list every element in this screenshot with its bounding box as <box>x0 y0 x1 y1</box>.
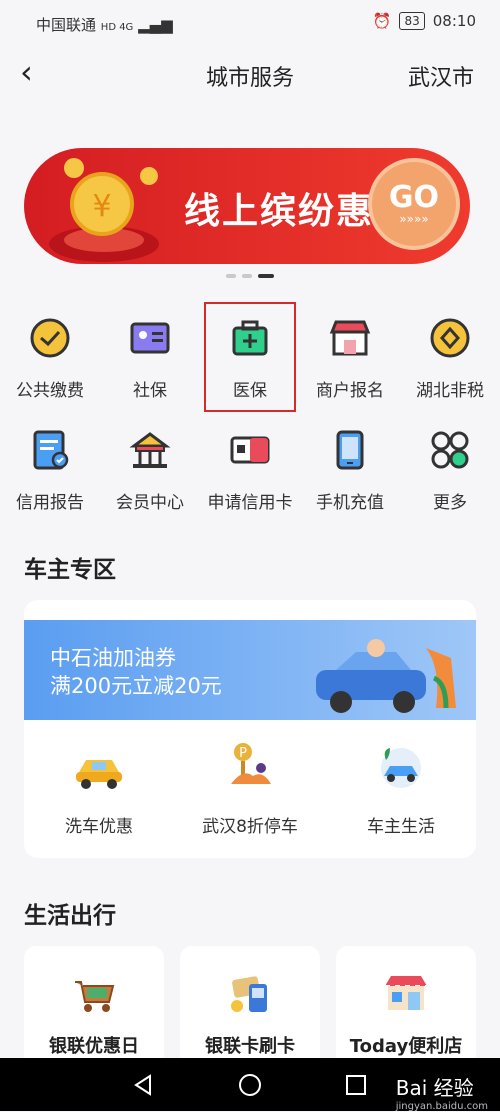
grid-item-label: 湖北非税 <box>416 381 484 401</box>
top-nav: ‹ 城市服务 武汉市 <box>0 46 500 104</box>
member-pavilion-icon <box>129 432 171 468</box>
grid-item-social-security[interactable]: 社保 <box>100 316 200 428</box>
grid-item-label: 会员中心 <box>116 493 184 513</box>
svg-text:¥: ¥ <box>92 189 111 224</box>
grid-item-apply-credit-card[interactable]: 申请信用卡 <box>200 428 300 540</box>
life-tile-label: Today便利店 <box>349 1036 463 1057</box>
life-tile-label: 银联优惠日 <box>49 1036 139 1057</box>
credit-card-icon <box>230 436 270 464</box>
grid-item-label: 社保 <box>133 381 167 401</box>
grid-item-label: 更多 <box>433 493 467 513</box>
car-wash-icon <box>76 760 122 789</box>
signal-icon: ▂▄▆ <box>138 16 173 34</box>
car-service-label: 武汉8折停车 <box>202 817 298 837</box>
life-tile-card-swipe[interactable]: 银联卡刷卡 <box>180 946 320 1066</box>
grid-item-member-center[interactable]: 会员中心 <box>100 428 200 540</box>
carousel-dot <box>242 274 252 278</box>
carousel-dot-active <box>258 274 274 278</box>
coin-icon: ¥ <box>49 158 159 262</box>
clock: 08:10 <box>432 12 476 30</box>
grid-item-label: 商户报名 <box>316 381 384 401</box>
banner-text: 线上缤纷惠 <box>184 191 375 232</box>
shopping-cart-icon <box>75 981 115 1012</box>
life-tile-unionpay-day[interactable]: 银联优惠日 <box>24 946 164 1066</box>
store-icon <box>385 976 427 1010</box>
nav-recents-icon[interactable] <box>343 1072 369 1098</box>
mobile-phone-icon <box>336 430 364 470</box>
highlight-box <box>204 302 296 412</box>
watermark: Bai 经验 jingyan.baidu.com <box>395 1076 488 1112</box>
alarm-icon: ⏰ <box>372 12 392 30</box>
more-grid-icon <box>431 431 469 469</box>
life-tile-today-store[interactable]: Today便利店 <box>336 946 476 1066</box>
section-title-life-travel: 生活出行 <box>24 903 116 929</box>
social-security-card-icon <box>130 322 170 354</box>
promo-line-1: 中石油加油券 <box>50 646 176 670</box>
car-service-label: 车主生活 <box>367 817 435 837</box>
life-tile-label: 银联卡刷卡 <box>205 1036 295 1057</box>
grid-item-merchant[interactable]: 商户报名 <box>300 316 400 428</box>
grid-item-label: 申请信用卡 <box>207 493 293 513</box>
promo-line-2: 满200元立减20元 <box>50 674 222 698</box>
svg-text:P: P <box>239 746 247 761</box>
car-life-icon <box>381 748 421 788</box>
car-owner-card: 中石油加油券 满200元立减20元 洗车优惠 P 武汉8折停车 车主生活 <box>24 600 476 858</box>
network-indicator: HD 4G <box>100 22 134 33</box>
car-service-label: 洗车优惠 <box>65 817 133 837</box>
status-bar: 中国联通 HD 4G ▂▄▆ ⏰ 83 08:10 <box>0 0 500 46</box>
parking-icon: P <box>231 743 271 784</box>
shop-icon <box>329 320 371 356</box>
nav-home-icon[interactable] <box>237 1072 263 1098</box>
grid-item-label: 公共缴费 <box>16 381 84 401</box>
car-service-parking[interactable]: P 武汉8折停车 <box>175 740 325 837</box>
battery-indicator: 83 <box>399 12 425 30</box>
car-service-car-life[interactable]: 车主生活 <box>326 740 476 837</box>
grid-item-label: 信用报告 <box>16 493 84 513</box>
grid-item-public-payment[interactable]: 公共缴费 <box>0 316 100 428</box>
fuel-coupon-banner[interactable]: 中石油加油券 满200元立减20元 <box>24 620 476 720</box>
carrier-label: 中国联通 HD 4G ▂▄▆ <box>36 16 173 34</box>
car-service-car-wash[interactable]: 洗车优惠 <box>24 740 174 837</box>
car-illustration-icon <box>316 639 456 713</box>
public-payment-icon <box>30 318 70 358</box>
nav-back-icon[interactable] <box>130 1072 156 1098</box>
grid-item-mobile-recharge[interactable]: 手机充值 <box>300 428 400 540</box>
diamond-coin-icon <box>430 318 470 358</box>
grid-item-hubei-tax[interactable]: 湖北非税 <box>400 316 500 428</box>
grid-item-credit-report[interactable]: 信用报告 <box>0 428 100 540</box>
go-button[interactable]: GO »»»» <box>368 158 460 250</box>
card-swipe-icon <box>231 976 267 1012</box>
credit-report-icon <box>33 430 69 470</box>
carousel-indicator <box>0 274 500 278</box>
city-selector[interactable]: 武汉市 <box>408 60 474 92</box>
grid-item-label: 手机充值 <box>316 493 384 513</box>
grid-item-more[interactable]: 更多 <box>400 428 500 540</box>
system-nav-bar: Bai 经验 jingyan.baidu.com <box>0 1058 500 1112</box>
section-title-car-owner: 车主专区 <box>24 557 116 583</box>
promo-banner[interactable]: ¥ 线上缤纷惠 GO »»»» <box>24 148 470 264</box>
carousel-dot <box>226 274 236 278</box>
